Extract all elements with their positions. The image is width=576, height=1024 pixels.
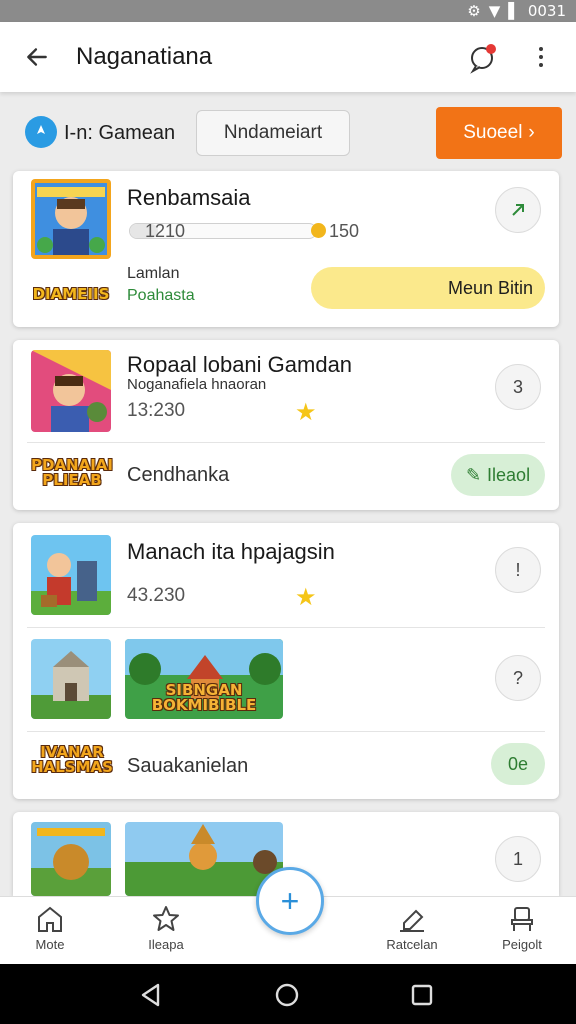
share-button[interactable] — [495, 187, 541, 233]
progress-left-value: 1210 — [145, 221, 186, 241]
divider — [27, 442, 545, 443]
action-button-label: Ileaol — [487, 464, 531, 485]
game-thumbnail — [31, 535, 111, 615]
home-circle-icon[interactable] — [274, 982, 300, 1008]
coin-icon — [311, 223, 326, 238]
progress-right-value: 150 — [329, 221, 360, 241]
game-thumbnail — [31, 179, 111, 259]
footer-label: Lamlan — [127, 265, 180, 282]
game-card-1[interactable]: Renbamsaia 1210 150 Lamlan Poahasta DIAM… — [13, 171, 559, 327]
page-title: Naganatiana — [76, 43, 213, 70]
action-button[interactable]: 0e — [491, 743, 545, 785]
recents-square-icon[interactable] — [410, 983, 434, 1007]
card-subtitle: Noganafiela hnaoran — [127, 376, 267, 393]
info-button[interactable]: 1 — [495, 836, 541, 882]
settings-icon: ⚙ — [467, 2, 481, 20]
action-button-label: 0e — [507, 753, 529, 774]
help-label: ? — [512, 667, 523, 688]
game-logo: IVANAR HALSMAS — [31, 743, 113, 776]
rocket-icon — [25, 116, 57, 148]
star-icon — [153, 906, 179, 931]
chevron-right-icon: › — [528, 122, 535, 143]
nav-label: Peigolt — [502, 937, 542, 952]
nav-label: Mote — [35, 937, 65, 952]
card-number: 13:230 — [127, 400, 186, 421]
status-bar: ⚙ ▼ ▌ 0031 — [0, 0, 576, 22]
play-button[interactable]: Meun Bitin — [311, 267, 545, 309]
help-button[interactable]: ? — [495, 655, 541, 701]
action-button[interactable]: ✎ Ileaol — [451, 454, 545, 496]
game-card-2[interactable]: Ropaal lobani Gamdan Noganafiela hnaoran… — [13, 340, 559, 510]
nav-item-favorites[interactable]: Ileapa — [126, 903, 206, 952]
star-icon: ★ — [295, 583, 317, 611]
card-title: Manach ita hpajagsin — [127, 539, 335, 564]
arrow-left-icon — [27, 48, 47, 66]
chat-bubble-icon — [470, 44, 496, 74]
play-button-label: Meun Bitin — [447, 277, 533, 298]
game-card-3[interactable]: Manach ita hpajagsin 43.230 ★ ! SIBNGAN … — [13, 523, 559, 799]
star-icon: ★ — [295, 398, 317, 426]
wifi-icon: ▼ — [488, 2, 501, 20]
info-button[interactable]: ! — [495, 547, 541, 593]
chair-icon — [511, 907, 533, 931]
footer-sublabel: Poahasta — [127, 287, 195, 304]
rank-label: 3 — [512, 376, 523, 397]
game-thumbnail — [31, 822, 111, 896]
select-button[interactable]: Suoeel › — [436, 107, 562, 159]
nav-item-profile[interactable]: Peigolt — [482, 903, 562, 952]
battery-icon: ▌ — [508, 2, 520, 20]
divider — [27, 731, 545, 732]
add-button[interactable]: + — [256, 867, 324, 935]
game-thumbnail — [31, 350, 111, 432]
select-button-label: Suoeel — [463, 122, 523, 143]
nav-label: Ileapa — [148, 937, 184, 952]
nav-item-home[interactable]: Mote — [10, 903, 90, 952]
pencil-icon: ✎ — [465, 464, 482, 485]
card-number: 43.230 — [127, 585, 186, 606]
more-options-button[interactable] — [530, 40, 552, 74]
divider — [27, 627, 545, 628]
info-label: 1 — [512, 848, 523, 869]
status-time: 0031 — [527, 2, 566, 20]
bottom-navigation: Mote Ileapa + Ratcelan Peigolt — [0, 867, 576, 965]
home-icon — [38, 906, 62, 932]
rank-button[interactable]: 3 — [495, 364, 541, 410]
nav-label: Ratcelan — [386, 937, 438, 952]
notification-button[interactable] — [466, 40, 500, 74]
arrow-up-right-icon — [512, 204, 524, 216]
card-title: Ropaal lobani Gamdan — [127, 352, 353, 377]
filter-chip[interactable]: Nndameiart — [196, 110, 350, 156]
nav-item-edit[interactable]: Ratcelan — [372, 903, 452, 952]
banner-title: SIBNGAN BOKMIBIBLE — [151, 681, 257, 714]
brand-label: I-n: Gamean — [64, 122, 176, 144]
plus-icon: + — [280, 882, 300, 919]
card-title: Renbamsaia — [127, 185, 251, 210]
back-triangle-icon[interactable] — [138, 982, 164, 1008]
game-logo: DIAMEIIS — [32, 285, 110, 303]
castle-thumbnail — [31, 639, 111, 719]
footer-label: Sauakanielan — [127, 755, 249, 777]
app-bar: Naganatiana — [0, 22, 576, 92]
system-navigation-bar — [0, 964, 576, 1024]
info-label: ! — [515, 559, 521, 580]
edit-icon — [400, 909, 424, 932]
back-button[interactable] — [20, 40, 54, 74]
filter-bar: I-n: Gamean Nndameiart Suoeel › — [0, 100, 576, 164]
game-logo: PDANAIAI PLIEAB — [31, 456, 113, 489]
footer-label: Cendhanka — [127, 464, 230, 486]
